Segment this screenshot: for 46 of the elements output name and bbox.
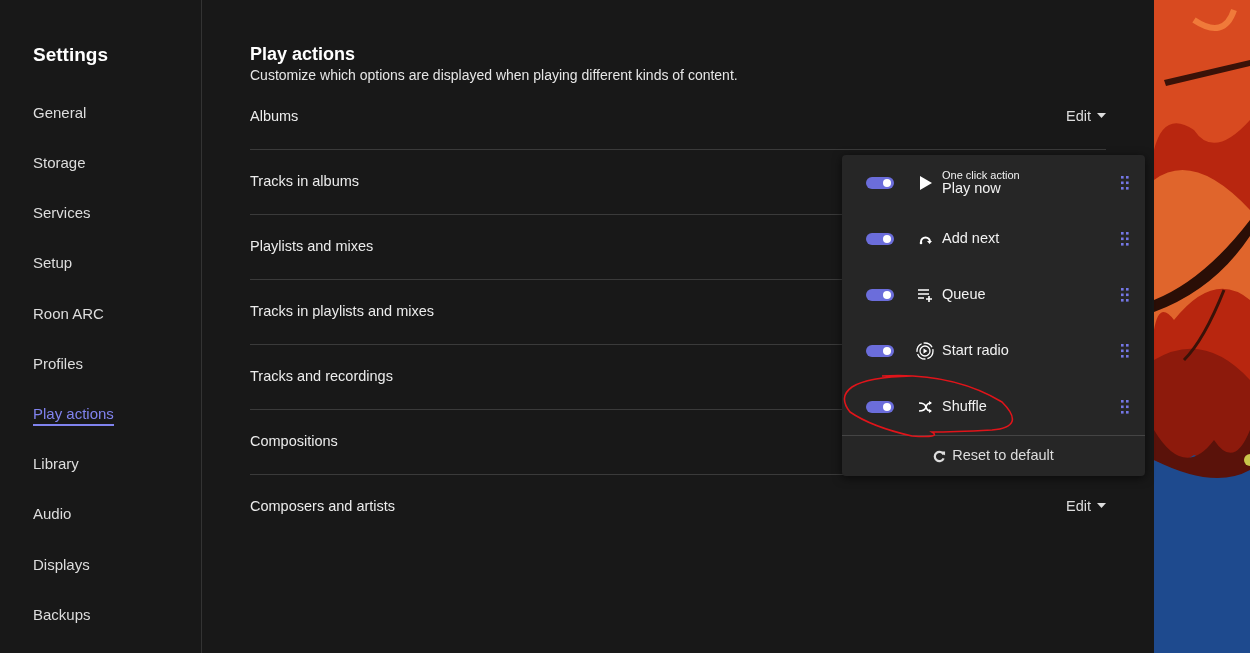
row-label: Compositions	[250, 431, 338, 451]
row-label: Tracks and recordings	[250, 366, 393, 386]
edit-button[interactable]: Edit	[1066, 496, 1106, 519]
action-label: Play now	[942, 181, 1002, 197]
toggle-switch[interactable]	[866, 233, 894, 245]
radio-icon	[916, 342, 934, 360]
page-description: Customize which options are displayed when playing different kinds of content.	[250, 65, 739, 85]
sidebar-item[interactable]: Roon ARC	[33, 304, 104, 323]
action-label: Queue	[942, 287, 986, 303]
toggle-switch[interactable]	[866, 177, 894, 189]
sidebar-item[interactable]: Audio	[33, 505, 72, 524]
sidebar-item[interactable]: Displays	[33, 555, 90, 574]
caret-icon	[1097, 503, 1106, 510]
queue-icon	[916, 286, 934, 304]
sidebar-item[interactable]: Setup	[33, 254, 73, 273]
drag-handle-icon[interactable]	[1121, 288, 1129, 302]
sidebar-item[interactable]: Services	[33, 204, 91, 223]
row-label: Playlists and mixes	[250, 236, 374, 256]
row-label: Albums	[250, 107, 299, 127]
action-label: Add next	[942, 231, 1000, 247]
action-note: One click action	[942, 169, 1020, 182]
sidebar-item[interactable]: General	[33, 103, 87, 122]
sidebar-title: Settings	[33, 44, 109, 67]
toggle-switch[interactable]	[866, 345, 894, 357]
row-label: Composers and artists	[250, 497, 396, 517]
sidebar-item[interactable]: Backups	[33, 605, 91, 624]
caret-icon	[1097, 113, 1106, 120]
action-label: Start radio	[942, 343, 1009, 359]
reset-button[interactable]: Reset to default	[842, 435, 1145, 476]
sidebar-item[interactable]: Play actions	[33, 405, 114, 423]
action-label: Shuffle	[942, 399, 987, 415]
page-title: Play actions	[250, 45, 357, 65]
row-label: Tracks in albums	[250, 171, 360, 191]
sidebar-item[interactable]: Library	[33, 455, 79, 474]
drag-handle-icon[interactable]	[1121, 344, 1129, 358]
toggle-switch[interactable]	[866, 401, 894, 413]
row-label: Tracks in playlists and mixes	[250, 301, 434, 321]
edit-button[interactable]: Edit	[1066, 106, 1106, 129]
sidebar-item[interactable]: Profiles	[33, 354, 84, 373]
drag-handle-icon[interactable]	[1121, 176, 1129, 190]
sidebar-item[interactable]: Storage	[33, 154, 86, 172]
drag-handle-icon[interactable]	[1121, 400, 1129, 414]
drag-handle-icon[interactable]	[1121, 232, 1129, 246]
toggle-switch[interactable]	[866, 289, 894, 301]
shuffle-icon	[916, 398, 934, 416]
reset-icon	[933, 449, 947, 463]
